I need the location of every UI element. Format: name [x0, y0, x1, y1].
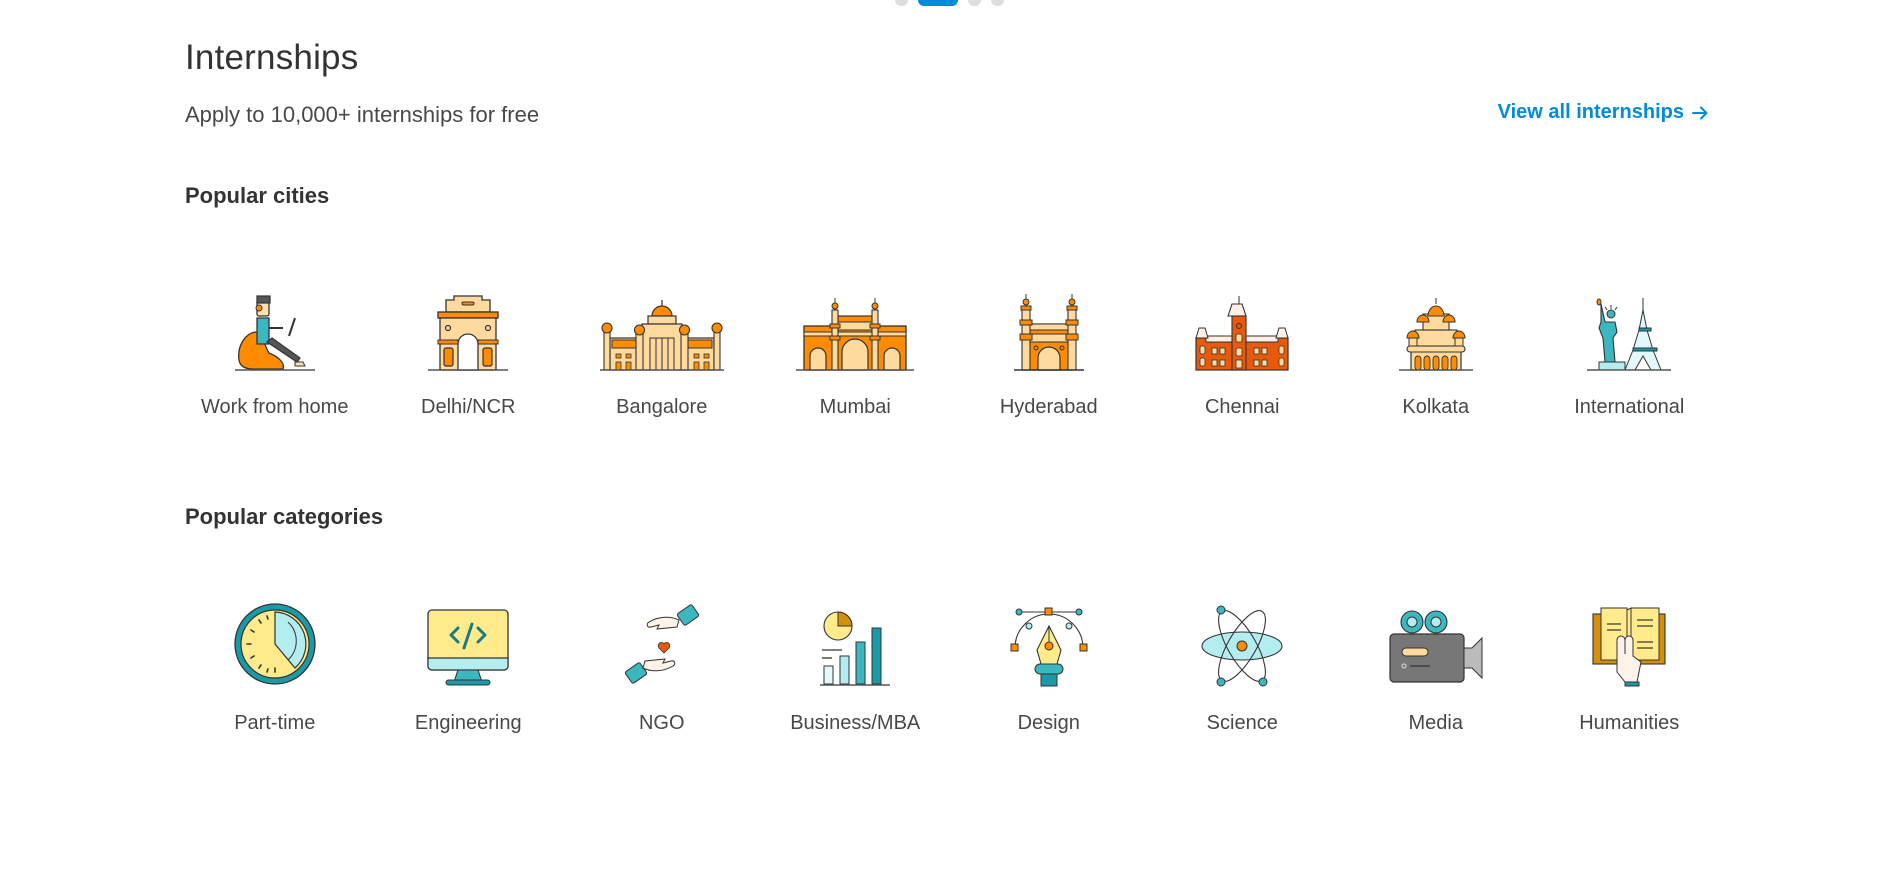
bar-chart-icon	[790, 596, 920, 688]
city-label: Delhi/NCR	[421, 396, 516, 418]
india-gate-icon	[403, 280, 533, 372]
category-tile-part-time[interactable]: Part-time	[178, 596, 372, 735]
category-label: Part-time	[234, 712, 316, 734]
vidhana-soudha-icon	[597, 280, 727, 372]
carousel-dot-4[interactable]	[990, 0, 1004, 6]
city-label: Work from home	[201, 396, 349, 418]
hands-heart-icon	[597, 596, 727, 688]
category-label: Humanities	[1579, 712, 1680, 734]
city-label: Bangalore	[616, 396, 708, 418]
category-tile-business-mba[interactable]: Business/MBA	[759, 596, 953, 735]
city-tile-bangalore[interactable]: Bangalore	[565, 280, 759, 419]
city-tile-work-from-home[interactable]: Work from home	[178, 280, 372, 419]
category-label: Science	[1206, 712, 1278, 734]
popular-cities-list: Work from home Delhi/NCR Bangalore Mumba…	[178, 280, 1726, 419]
section-subtitle: Apply to 10,000+ internships for free	[185, 102, 540, 127]
city-tile-mumbai[interactable]: Mumbai	[759, 280, 953, 419]
city-label: Chennai	[1204, 396, 1280, 418]
city-tile-delhi-ncr[interactable]: Delhi/NCR	[372, 280, 566, 419]
video-camera-icon	[1371, 596, 1501, 688]
section-title: Internships	[185, 38, 359, 77]
category-tile-media[interactable]: Media	[1339, 596, 1533, 735]
carousel-dot-1[interactable]	[894, 0, 908, 6]
city-tile-international[interactable]: International	[1533, 280, 1727, 419]
city-tile-kolkata[interactable]: Kolkata	[1339, 280, 1533, 419]
carousel-dots	[0, 0, 1898, 6]
city-label: Kolkata	[1402, 396, 1470, 418]
popular-categories-heading: Popular categories	[185, 504, 384, 529]
category-tile-engineering[interactable]: Engineering	[372, 596, 566, 735]
popular-categories-list: Part-time Engineering NGO Business/MBA D…	[178, 596, 1726, 735]
category-label: Media	[1408, 712, 1463, 734]
popular-cities-heading: Popular cities	[185, 183, 330, 208]
city-tile-chennai[interactable]: Chennai	[1146, 280, 1340, 419]
view-all-internships-link[interactable]: View all internships	[1498, 101, 1710, 124]
code-monitor-icon	[403, 596, 533, 688]
category-label: Business/MBA	[790, 712, 921, 734]
carousel-dot-3[interactable]	[967, 0, 981, 6]
dakshineswar-temple-icon	[1371, 280, 1501, 372]
pen-tool-icon	[984, 596, 1114, 688]
clock-icon	[210, 596, 340, 688]
category-tile-humanities[interactable]: Humanities	[1533, 596, 1727, 735]
city-label: Hyderabad	[999, 396, 1098, 418]
open-book-icon	[1564, 596, 1694, 688]
category-tile-design[interactable]: Design	[952, 596, 1146, 735]
category-label: Design	[1017, 712, 1080, 734]
category-tile-ngo[interactable]: NGO	[565, 596, 759, 735]
person-laptop-icon	[210, 280, 340, 372]
city-label: Mumbai	[819, 396, 891, 418]
category-tile-science[interactable]: Science	[1146, 596, 1340, 735]
category-label: Engineering	[414, 712, 522, 734]
liberty-eiffel-icon	[1564, 280, 1694, 372]
category-label: NGO	[638, 712, 685, 734]
city-label: International	[1574, 396, 1685, 418]
carousel-dot-2-active[interactable]	[917, 0, 958, 6]
arrow-right-icon	[1692, 106, 1708, 119]
view-all-label: View all internships	[1497, 101, 1684, 123]
chennai-central-icon	[1177, 280, 1307, 372]
atom-icon	[1177, 596, 1307, 688]
charminar-icon	[984, 280, 1114, 372]
gateway-of-india-icon	[790, 280, 920, 372]
city-tile-hyderabad[interactable]: Hyderabad	[952, 280, 1146, 419]
